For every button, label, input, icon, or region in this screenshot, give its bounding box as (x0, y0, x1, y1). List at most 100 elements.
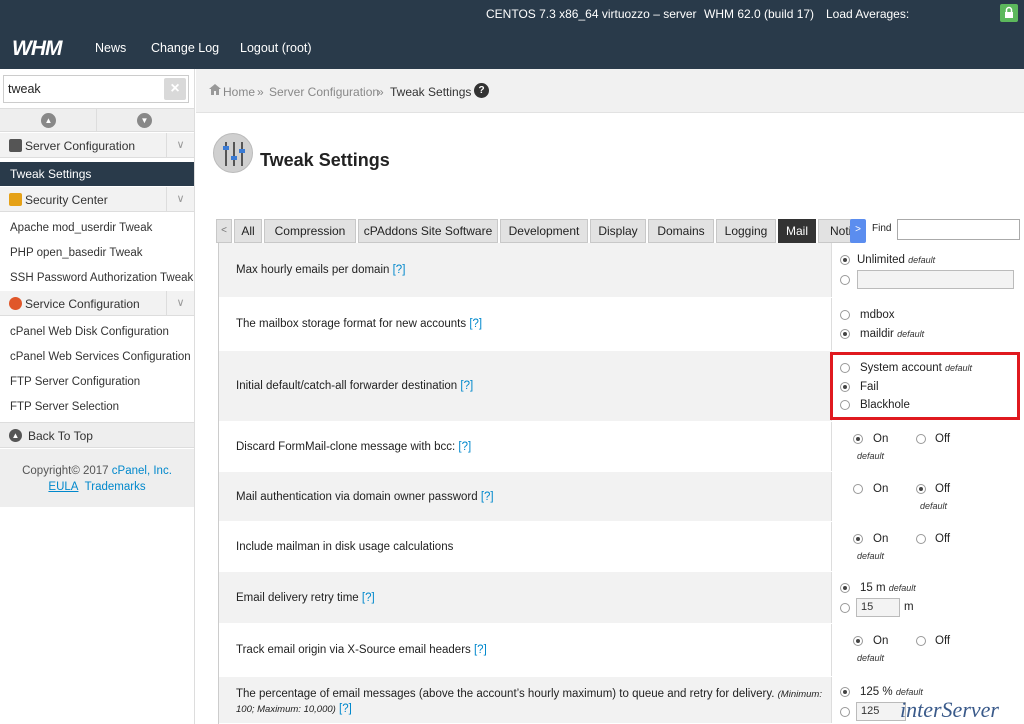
default-label: default (920, 501, 948, 511)
os-info: CENTOS 7.3 x86_64 virtuozzo – server (486, 7, 697, 21)
sidebar-item-apache-userdir[interactable]: Apache mod_userdir Tweak (10, 222, 152, 234)
top-status-bar: CENTOS 7.3 x86_64 virtuozzo – server WHM… (0, 0, 1024, 28)
tab-next-button[interactable]: > (850, 219, 866, 243)
category-label: Service Configuration (25, 297, 140, 311)
setting-value: 15 m default 15 m (831, 572, 1024, 623)
cpanel-link[interactable]: cPanel, Inc. (112, 465, 172, 477)
setting-label: Include mailman in disk usage calculatio… (236, 541, 454, 553)
setting-label: Mail authentication via domain owner pas… (236, 491, 494, 503)
eula-link[interactable]: EULA (48, 481, 78, 493)
logout-link[interactable]: Logout (root) (240, 41, 312, 55)
tab-prev-button[interactable]: < (216, 219, 232, 243)
radio-default[interactable] (840, 687, 850, 697)
collapse-all-icon[interactable]: ▲ (41, 113, 56, 128)
unit-label: m (904, 601, 914, 613)
sidebar-item-tweak-settings[interactable]: Tweak Settings (0, 162, 194, 186)
find-input[interactable] (897, 219, 1020, 240)
breadcrumb-separator: » (257, 85, 264, 99)
help-icon[interactable]: ? (474, 83, 489, 98)
category-service-configuration[interactable]: Service Configuration ∨ (0, 291, 194, 316)
sidebar-item-web-services[interactable]: cPanel Web Services Configuration (10, 351, 191, 363)
radio-on[interactable] (853, 484, 863, 494)
radio-on[interactable] (853, 534, 863, 544)
option-label: Off (935, 433, 951, 445)
radio-mdbox[interactable] (840, 310, 850, 320)
tab-cpaddons[interactable]: cPAddons Site Software (358, 219, 498, 243)
table-row: Include mailman in disk usage calculatio… (219, 522, 1024, 572)
highlight-box (830, 352, 1020, 420)
radio-unlimited[interactable] (840, 255, 850, 265)
help-link[interactable]: [?] (339, 703, 352, 715)
tab-development[interactable]: Development (500, 219, 588, 243)
tab-display[interactable]: Display (590, 219, 646, 243)
help-link[interactable]: [?] (469, 318, 482, 330)
changelog-link[interactable]: Change Log (151, 41, 219, 55)
setting-value: On default Off (831, 422, 1024, 471)
whm-version: WHM 62.0 (build 17) (704, 7, 815, 21)
radio-on[interactable] (853, 434, 863, 444)
breadcrumb-home[interactable]: Home (223, 85, 255, 99)
sidebar-item-ftp-selection[interactable]: FTP Server Selection (10, 401, 119, 413)
retry-time-field[interactable]: 15 (856, 598, 900, 617)
radio-off[interactable] (916, 434, 926, 444)
breadcrumb-current: Tweak Settings (390, 85, 472, 99)
breadcrumb-separator: » (377, 85, 384, 99)
sidebar-item-ssh-password[interactable]: SSH Password Authorization Tweak (10, 272, 193, 284)
radio-custom[interactable] (840, 275, 850, 285)
radio-custom[interactable] (840, 707, 850, 717)
help-link[interactable]: [?] (460, 380, 473, 392)
find-label: Find (872, 223, 892, 234)
back-to-top-button[interactable]: ▲ Back To Top (0, 422, 194, 448)
radio-off[interactable] (916, 636, 926, 646)
breadcrumb: Home » Server Configuration » Tweak Sett… (196, 69, 1024, 113)
table-row: Email delivery retry time [?] 15 m defau… (219, 572, 1024, 624)
category-server-configuration[interactable]: Server Configuration ∨ (0, 133, 194, 158)
tab-mail[interactable]: Mail (778, 219, 816, 243)
wrench-icon (9, 297, 22, 310)
chevron-down-icon[interactable]: ∨ (166, 133, 194, 158)
sidebar-item-ftp-config[interactable]: FTP Server Configuration (10, 376, 140, 388)
expand-all-icon[interactable]: ▼ (137, 113, 152, 128)
sidebar-item-php-basedir[interactable]: PHP open_basedir Tweak (10, 247, 143, 259)
option-label: On (873, 635, 889, 647)
category-label: Security Center (25, 193, 108, 207)
help-link[interactable]: [?] (474, 644, 487, 656)
clear-search-button[interactable]: × (164, 78, 186, 100)
radio-maildir[interactable] (840, 329, 850, 339)
chevron-down-icon[interactable]: ∨ (166, 291, 194, 316)
chevron-down-icon[interactable]: ∨ (166, 187, 194, 212)
tab-compression[interactable]: Compression (264, 219, 356, 243)
settings-table: Max hourly emails per domain [?] Unlimit… (218, 243, 1024, 724)
breadcrumb-server-configuration[interactable]: Server Configuration (269, 85, 379, 99)
copyright-text: Copyright© 2017 (22, 465, 109, 477)
sidebar: × ▲ ▼ Server Configuration ∨ Tweak Setti… (0, 69, 195, 724)
category-security-center[interactable]: Security Center ∨ (0, 187, 194, 212)
table-row: The mailbox storage format for new accou… (219, 298, 1024, 351)
watermark-logo: interServer (900, 697, 999, 722)
radio-custom[interactable] (840, 603, 850, 613)
custom-value-field[interactable] (857, 270, 1014, 289)
tab-all[interactable]: All (234, 219, 262, 243)
tab-logging[interactable]: Logging (716, 219, 776, 243)
percentage-field[interactable]: 125 (856, 702, 906, 721)
help-link[interactable]: [?] (393, 264, 406, 276)
help-link[interactable]: [?] (481, 491, 494, 503)
radio-default[interactable] (840, 583, 850, 593)
tweak-settings-icon (213, 133, 253, 173)
whm-logo[interactable]: WHM (12, 37, 62, 61)
setting-label: Max hourly emails per domain [?] (236, 264, 406, 276)
radio-off[interactable] (916, 534, 926, 544)
help-link[interactable]: [?] (458, 441, 471, 453)
sidebar-item-web-disk[interactable]: cPanel Web Disk Configuration (10, 326, 169, 338)
tab-domains[interactable]: Domains (648, 219, 714, 243)
default-label: default (857, 551, 885, 561)
news-link[interactable]: News (95, 41, 126, 55)
radio-on[interactable] (853, 636, 863, 646)
radio-off[interactable] (916, 484, 926, 494)
default-label: default (857, 451, 885, 461)
search-input[interactable] (8, 80, 158, 98)
trademarks-link[interactable]: Trademarks (85, 481, 146, 493)
option-label: mdbox (860, 309, 895, 321)
help-link[interactable]: [?] (362, 592, 375, 604)
load-averages: Load Averages: (826, 7, 910, 21)
